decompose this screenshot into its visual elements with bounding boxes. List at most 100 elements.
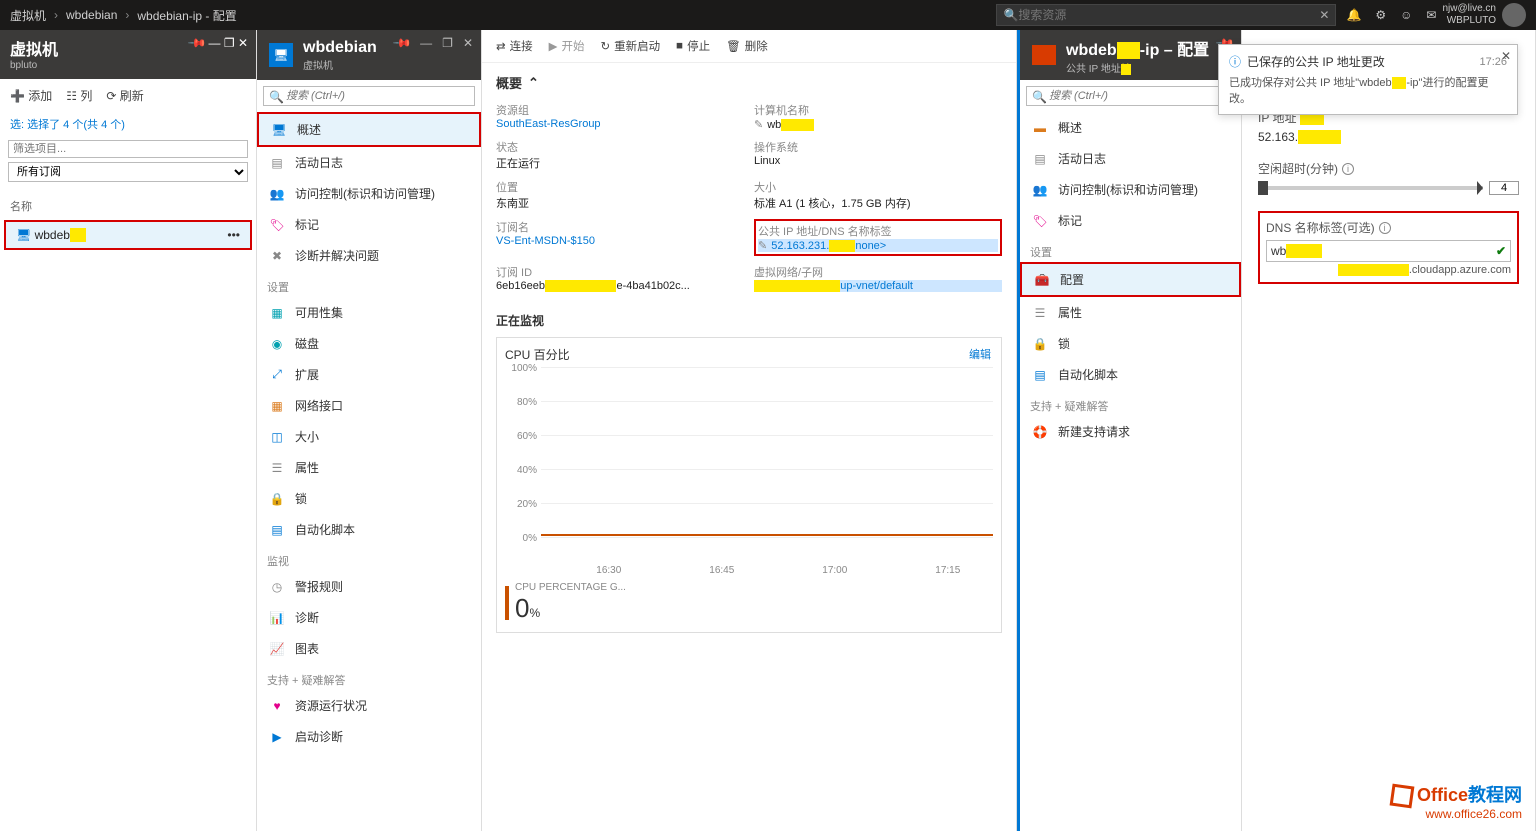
- nav-size[interactable]: ◫大小: [257, 421, 481, 452]
- nav-resource-health[interactable]: ♥资源运行状况: [257, 690, 481, 721]
- edit-icon[interactable]: ✎: [758, 240, 767, 252]
- nav-search: 🔍: [1020, 80, 1241, 112]
- nav-diagnostics[interactable]: 📊诊断: [257, 602, 481, 633]
- idle-timeout-input[interactable]: [1489, 181, 1519, 195]
- nav-overview[interactable]: ▬概述: [1020, 112, 1241, 143]
- notification-toast: ✕ ⓘ 已保存的公共 IP 地址更改 17:26 已成功保存对公共 IP 地址"…: [1218, 44, 1518, 115]
- vm-list-toolbar: ➕ 添加 ☷ 列 ⟳ 刷新: [0, 79, 256, 112]
- nav-activity-log[interactable]: ▤活动日志: [257, 147, 481, 178]
- nav-properties[interactable]: ☰属性: [1020, 297, 1241, 328]
- settings-icon[interactable]: ⚙: [1375, 8, 1386, 22]
- user-info[interactable]: njw@live.cn WBPLUTO: [1442, 3, 1496, 27]
- nav-metrics[interactable]: 📈图表: [257, 633, 481, 664]
- section-support: 支持 + 疑难解答: [1020, 390, 1241, 416]
- chart-legend: CPU PERCENTAGE G... 0%: [505, 582, 993, 624]
- nav-new-support-request[interactable]: 🛟新建支持请求: [1020, 416, 1241, 447]
- close-icon[interactable]: ✕: [238, 36, 248, 50]
- feedback-icon[interactable]: ✉: [1426, 8, 1436, 22]
- user-org: WBPLUTO: [1442, 15, 1496, 27]
- boot-icon: ▶: [269, 730, 285, 744]
- section-support: 支持 + 疑难解答: [257, 664, 481, 690]
- notifications-icon[interactable]: 🔔: [1346, 8, 1361, 22]
- close-icon[interactable]: ✕: [1501, 49, 1511, 63]
- nav-network[interactable]: ▦网络接口: [257, 390, 481, 421]
- nav-automation-script[interactable]: ▤自动化脚本: [1020, 359, 1241, 390]
- nav-availability-set[interactable]: ▦可用性集: [257, 297, 481, 328]
- nav-access-control[interactable]: 👥访问控制(标识和访问管理): [1020, 174, 1241, 205]
- nav-locks[interactable]: 🔒锁: [257, 483, 481, 514]
- maximize-icon[interactable]: ❐: [224, 36, 235, 50]
- nav-configuration[interactable]: 🧰配置: [1020, 262, 1241, 297]
- edit-icon[interactable]: ✎: [754, 119, 763, 131]
- ip-nav-blade: wbdebian-ip – 配置 公共 IP 地址址 📌 🔍 ▬概述 ▤活动日志…: [1017, 30, 1242, 831]
- nav-disks[interactable]: ◉磁盘: [257, 328, 481, 359]
- notification-message: 已成功保存对公共 IP 地址"wbdebian-ip"进行的配置更改。: [1229, 74, 1507, 106]
- nav-automation-script[interactable]: ▤自动化脚本: [257, 514, 481, 545]
- stop-button[interactable]: ■ 停止: [676, 38, 710, 54]
- minimize-icon[interactable]: —: [208, 36, 220, 50]
- pin-icon[interactable]: 📌: [392, 33, 412, 53]
- nav-locks[interactable]: 🔒锁: [1020, 328, 1241, 359]
- nav-tags[interactable]: 🏷标记: [1020, 205, 1241, 236]
- nav-tags[interactable]: 🏷标记: [257, 209, 481, 240]
- nav-diagnose[interactable]: ✖诊断并解决问题: [257, 240, 481, 271]
- selection-hint: 选: 选择了 4 个(共 4 个): [0, 112, 256, 136]
- lock-icon: 🔒: [1032, 337, 1048, 351]
- breadcrumb-item[interactable]: wbdebian-ip - 配置: [137, 7, 236, 24]
- nav-properties[interactable]: ☰属性: [257, 452, 481, 483]
- field-vnet: 虚拟网络/子网SouthEast-ResGrup-vnet/default: [754, 264, 1002, 292]
- info-icon[interactable]: i: [1379, 222, 1391, 234]
- field-computer-name: 计算机名称✎wbdebian: [754, 102, 1002, 131]
- ip-icon: ▬: [1032, 121, 1048, 135]
- columns-button[interactable]: ☷ 列: [66, 87, 92, 104]
- global-search-input[interactable]: [1018, 8, 1319, 22]
- nav-search-input[interactable]: [1026, 86, 1235, 106]
- cpu-chart[interactable]: CPU 百分比 编辑 100% 80% 60% 40% 20% 0% 16:30…: [496, 337, 1002, 633]
- nav-alert-rules[interactable]: ◷警报规则: [257, 571, 481, 602]
- maximize-icon[interactable]: ❐: [442, 36, 453, 50]
- close-icon[interactable]: ✕: [463, 36, 473, 50]
- chevron-up-icon: ⌃: [528, 75, 539, 91]
- subscription-dropdown[interactable]: 所有订阅: [8, 162, 248, 182]
- nav-extensions[interactable]: ⤢扩展: [257, 359, 481, 390]
- info-icon: ⓘ: [1229, 53, 1241, 70]
- vm-list-item[interactable]: 🖥 wbdebian •••: [4, 220, 252, 250]
- refresh-button[interactable]: ⟳ 刷新: [106, 87, 143, 104]
- section-overview-title[interactable]: 概要 ⌃: [496, 73, 1002, 92]
- nav-activity-log[interactable]: ▤活动日志: [1020, 143, 1241, 174]
- filter-input[interactable]: [8, 140, 248, 158]
- breadcrumb-item[interactable]: 虚拟机: [10, 7, 46, 24]
- network-icon: ▦: [269, 399, 285, 413]
- add-button[interactable]: ➕ 添加: [10, 87, 52, 104]
- ip-icon: [1032, 45, 1056, 65]
- properties-icon: ☰: [1032, 306, 1048, 320]
- help-icon[interactable]: ☺: [1400, 8, 1412, 22]
- nav-search-input[interactable]: [263, 86, 475, 106]
- idle-timeout-slider[interactable]: [1258, 181, 1519, 195]
- nav-overview[interactable]: 🖥概述: [257, 112, 481, 147]
- blade-subtitle: 虚拟机: [303, 57, 377, 72]
- start-button[interactable]: ▶ 开始: [549, 38, 585, 54]
- search-icon: 🔍: [1003, 8, 1018, 22]
- breadcrumb-item[interactable]: wbdebian: [66, 8, 117, 22]
- connect-button[interactable]: ⇄ 连接: [496, 38, 533, 54]
- nav-boot-diagnostics[interactable]: ▶启动诊断: [257, 721, 481, 752]
- size-icon: ◫: [269, 430, 285, 444]
- avatar[interactable]: [1502, 3, 1526, 27]
- notification-title: 已保存的公共 IP 地址更改: [1247, 53, 1385, 70]
- clear-icon[interactable]: ✕: [1319, 8, 1329, 22]
- edit-chart-link[interactable]: 编辑: [969, 346, 991, 362]
- delete-button[interactable]: 🗑 删除: [726, 38, 768, 54]
- nav-access-control[interactable]: 👥访问控制(标识和访问管理): [257, 178, 481, 209]
- minimize-icon[interactable]: —: [420, 36, 432, 50]
- section-settings: 设置: [257, 271, 481, 297]
- info-icon[interactable]: i: [1342, 163, 1354, 175]
- tag-icon: 🏷: [1032, 214, 1048, 228]
- more-icon[interactable]: •••: [227, 228, 240, 242]
- check-icon: ✔: [1496, 244, 1506, 258]
- restart-button[interactable]: ↻ 重新启动: [601, 38, 661, 54]
- field-size: 大小标准 A1 (1 核心，1.75 GB 内存): [754, 179, 1002, 211]
- global-search[interactable]: 🔍 ✕: [996, 4, 1336, 26]
- dns-input-wrap[interactable]: wbdebian ✔: [1266, 240, 1511, 262]
- field-idle-timeout: 空闲超时(分钟) i: [1258, 160, 1519, 195]
